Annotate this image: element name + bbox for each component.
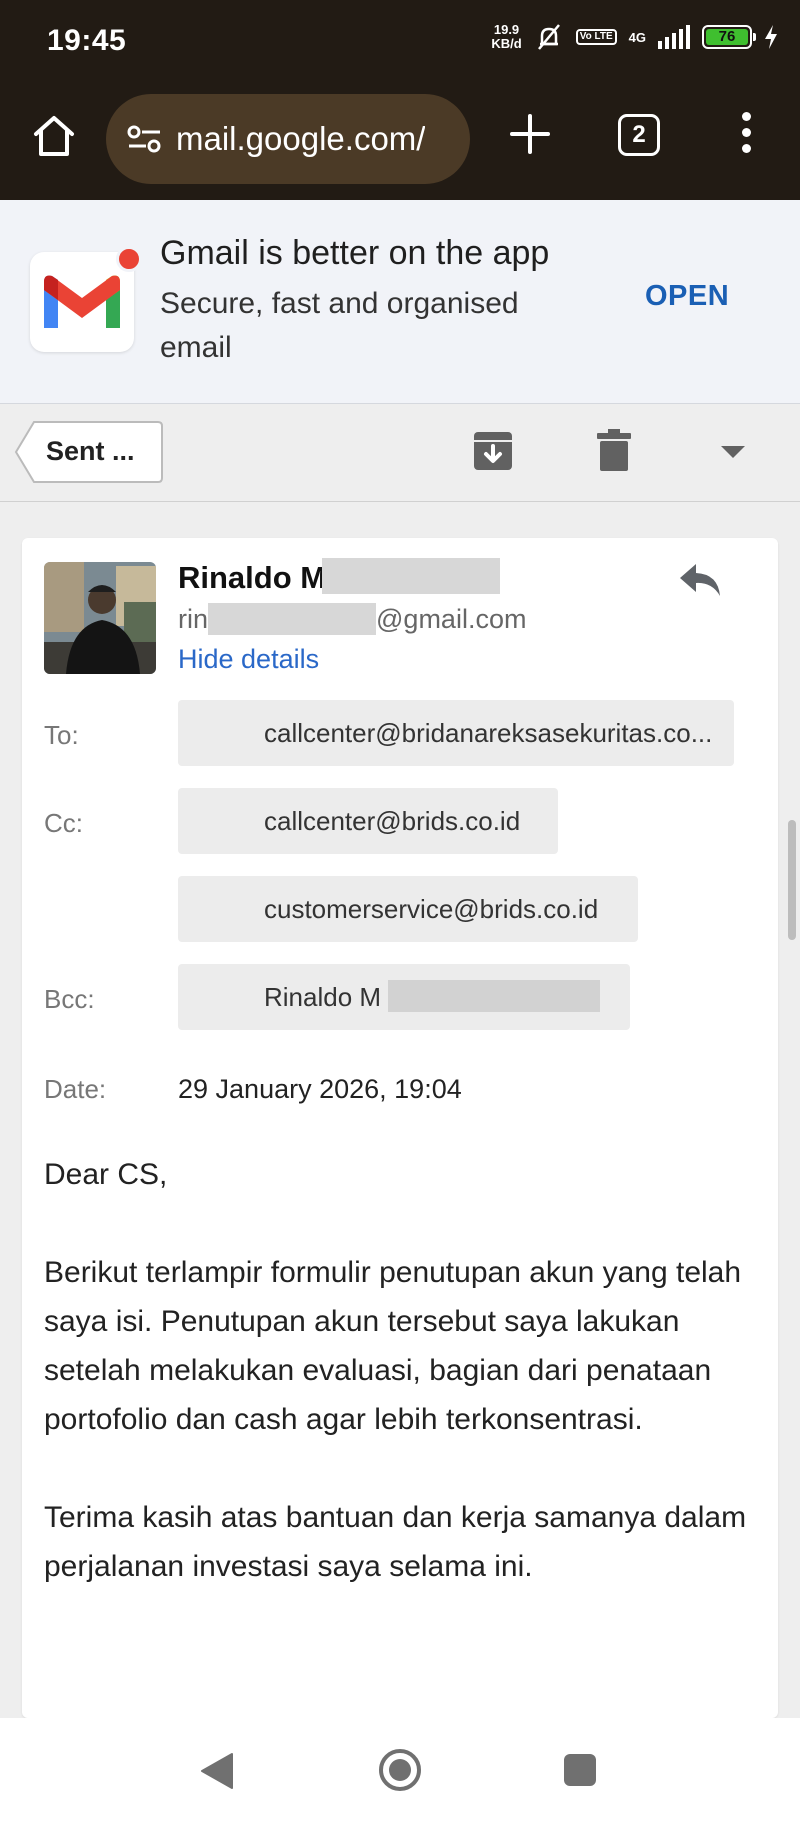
tab-switcher-button[interactable]: 2 bbox=[618, 114, 660, 156]
message-card: Rinaldo M rin @gmail.com Hide details To:… bbox=[22, 538, 778, 1718]
hide-details-link[interactable]: Hide details bbox=[178, 644, 319, 675]
address-bar[interactable]: mail.google.com/ bbox=[106, 94, 470, 184]
promo-title: Gmail is better on the app bbox=[160, 234, 550, 272]
date-label: Date: bbox=[44, 1074, 107, 1104]
recipient-chip[interactable]: customerservice@brids.co.id bbox=[178, 876, 638, 942]
recipient-chip[interactable]: callcenter@bridanareksasekuritas.co... bbox=[178, 700, 734, 766]
network-type: 4G bbox=[628, 29, 646, 45]
status-bar: 19:45 19.9 KB/d Vo LTE 4G 76 bbox=[0, 0, 800, 88]
notification-dot bbox=[116, 246, 142, 272]
promo-subtitle: Secure, fast and organised email bbox=[160, 287, 519, 364]
network-speed: 19.9 KB/d bbox=[491, 22, 522, 51]
message-toolbar: Sent ... bbox=[0, 404, 800, 502]
new-tab-icon[interactable] bbox=[508, 112, 552, 156]
system-nav-bar bbox=[0, 1718, 800, 1823]
app-promo-banner: Gmail is better on the app Secure, fast … bbox=[0, 200, 800, 404]
back-to-sent-button[interactable]: Sent ... bbox=[14, 420, 164, 484]
chevron-down-icon[interactable] bbox=[720, 444, 746, 460]
body-paragraph: Terima kasih atas bantuan dan kerja sama… bbox=[44, 1501, 747, 1583]
sender-name: Rinaldo M bbox=[178, 560, 327, 595]
gmail-logo-icon bbox=[30, 246, 142, 352]
open-app-button[interactable]: OPEN bbox=[645, 280, 729, 313]
site-settings-icon[interactable] bbox=[126, 123, 164, 155]
bcc-label: Bcc: bbox=[44, 984, 95, 1014]
battery-icon: 76 bbox=[702, 25, 756, 49]
home-icon[interactable] bbox=[30, 112, 78, 160]
reply-icon[interactable] bbox=[678, 560, 722, 600]
delete-icon[interactable] bbox=[596, 428, 632, 472]
sender-email: rin @gmail.com bbox=[178, 602, 527, 635]
redacted-block bbox=[208, 602, 377, 635]
body-paragraph: Dear CS, bbox=[44, 1158, 168, 1191]
sender-avatar bbox=[44, 562, 156, 674]
archive-icon[interactable] bbox=[472, 430, 514, 472]
charging-icon bbox=[765, 25, 777, 49]
redacted-block bbox=[388, 980, 600, 1012]
nav-back-icon[interactable] bbox=[200, 1752, 234, 1790]
volte-icon: Vo LTE bbox=[575, 29, 617, 45]
battery-level: 76 bbox=[706, 29, 748, 45]
to-label: To: bbox=[44, 720, 79, 750]
message-body: Dear CS, Berikut terlampir formulir penu… bbox=[44, 1150, 754, 1640]
redacted-block bbox=[322, 558, 500, 594]
signal-icon bbox=[658, 25, 690, 49]
nav-home-icon[interactable] bbox=[378, 1748, 422, 1792]
date-value: 29 January 2026, 19:04 bbox=[178, 1074, 462, 1104]
system-icons: 19.9 KB/d Vo LTE 4G 76 bbox=[491, 22, 778, 52]
clock: 19:45 bbox=[47, 24, 127, 57]
url-text[interactable]: mail.google.com/ bbox=[176, 120, 425, 158]
back-label: Sent ... bbox=[46, 436, 135, 466]
bell-off-icon bbox=[537, 24, 560, 50]
recipient-chip[interactable]: callcenter@brids.co.id bbox=[178, 788, 558, 854]
body-paragraph: Berikut terlampir formulir penutupan aku… bbox=[44, 1256, 742, 1436]
browser-toolbar: mail.google.com/ 2 bbox=[0, 88, 800, 200]
browser-menu-icon[interactable] bbox=[736, 112, 756, 156]
cc-label: Cc: bbox=[44, 808, 83, 838]
scrollbar[interactable] bbox=[788, 820, 796, 940]
nav-recents-icon[interactable] bbox=[564, 1754, 596, 1786]
